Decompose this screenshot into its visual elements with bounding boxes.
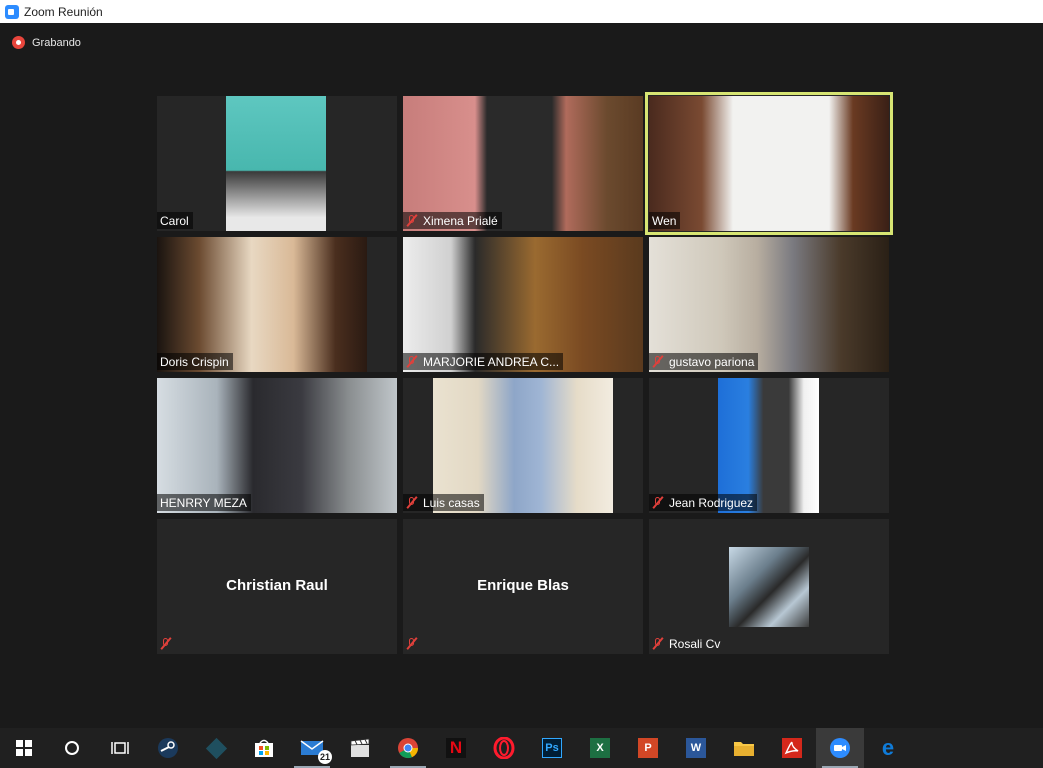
participant-video xyxy=(157,237,367,372)
zoom-icon[interactable] xyxy=(816,728,864,768)
participant-video xyxy=(403,237,643,372)
participant-video xyxy=(649,96,889,231)
participant-name-label: MARJORIE ANDREA C... xyxy=(403,353,564,370)
participant-name-label: Carol xyxy=(157,212,193,229)
windows-start-icon[interactable] xyxy=(0,728,48,768)
participant-display-name: Christian Raul xyxy=(226,577,328,594)
participant-video xyxy=(718,378,819,513)
participant-tile-doris[interactable]: Doris Crispin xyxy=(157,237,397,372)
participant-tile-henrry[interactable]: HENRRY MEZA xyxy=(157,378,397,513)
task-view-icon[interactable] xyxy=(96,728,144,768)
participant-name-label: Rosali Cv xyxy=(649,635,724,652)
file-explorer-icon[interactable] xyxy=(720,728,768,768)
title-bar: Zoom Reunión xyxy=(0,0,1043,23)
participant-name-label: gustavo pariona xyxy=(649,353,759,370)
record-icon xyxy=(12,36,25,49)
microsoft-store-icon[interactable] xyxy=(240,728,288,768)
participant-video xyxy=(433,378,613,513)
filmora-icon[interactable] xyxy=(192,728,240,768)
participant-status-bar xyxy=(403,635,427,652)
clapperboard-icon[interactable] xyxy=(336,728,384,768)
zoom-app-icon xyxy=(5,4,19,19)
participant-name-label: Jean Rodriguez xyxy=(649,494,758,511)
word-icon[interactable]: W xyxy=(672,728,720,768)
muted-mic-icon xyxy=(652,637,664,650)
recording-indicator[interactable]: Grabando xyxy=(12,36,81,49)
powerpoint-icon[interactable]: P xyxy=(624,728,672,768)
muted-mic-icon xyxy=(406,214,418,227)
muted-mic-icon xyxy=(652,496,664,509)
window-title: Zoom Reunión xyxy=(24,4,103,19)
participant-name-label: Doris Crispin xyxy=(157,353,233,370)
recording-label: Grabando xyxy=(32,36,81,49)
participant-tile-luis[interactable]: Luis casas xyxy=(403,378,643,513)
participant-name-label: Wen xyxy=(649,212,681,229)
acrobat-icon[interactable] xyxy=(768,728,816,768)
steam-icon[interactable] xyxy=(144,728,192,768)
participant-name-label: HENRRY MEZA xyxy=(157,494,251,511)
windows-taskbar: 21 N Ps X P W e xyxy=(0,728,1043,768)
participant-display-name: Enrique Blas xyxy=(477,577,569,594)
participant-tile-marjorie[interactable]: MARJORIE ANDREA C... xyxy=(403,237,643,372)
participant-tile-rosali[interactable]: Rosali Cv xyxy=(649,519,889,654)
netflix-icon[interactable]: N xyxy=(432,728,480,768)
muted-mic-icon xyxy=(160,637,172,650)
participant-status-bar xyxy=(157,635,181,652)
participant-tile-enrique[interactable]: Enrique Blas xyxy=(403,519,643,654)
muted-mic-icon xyxy=(406,496,418,509)
participant-tile-jean[interactable]: Jean Rodriguez xyxy=(649,378,889,513)
mail-unread-badge: 21 xyxy=(317,750,332,764)
participant-tile-gustavo[interactable]: gustavo pariona xyxy=(649,237,889,372)
participant-tile-carol[interactable]: Carol xyxy=(157,96,397,231)
search-circle-icon[interactable] xyxy=(48,728,96,768)
muted-mic-icon xyxy=(406,355,418,368)
participant-tile-ximena[interactable]: Ximena Prialé xyxy=(403,96,643,231)
chrome-icon[interactable] xyxy=(384,728,432,768)
excel-icon[interactable]: X xyxy=(576,728,624,768)
edge-icon[interactable]: e xyxy=(864,728,912,768)
opera-icon[interactable] xyxy=(480,728,528,768)
participant-video xyxy=(649,237,889,372)
participant-name-label: Ximena Prialé xyxy=(403,212,502,229)
participant-video xyxy=(403,96,643,231)
photoshop-icon[interactable]: Ps xyxy=(528,728,576,768)
muted-mic-icon xyxy=(406,637,418,650)
profile-picture xyxy=(729,547,809,627)
participant-video xyxy=(157,378,397,513)
participant-tile-christian[interactable]: Christian Raul xyxy=(157,519,397,654)
participant-tile-wen[interactable]: Wen xyxy=(645,92,893,235)
mail-icon[interactable]: 21 xyxy=(288,728,336,768)
participant-video xyxy=(226,96,326,231)
participant-name-label: Luis casas xyxy=(403,494,484,511)
muted-mic-icon xyxy=(652,355,664,368)
